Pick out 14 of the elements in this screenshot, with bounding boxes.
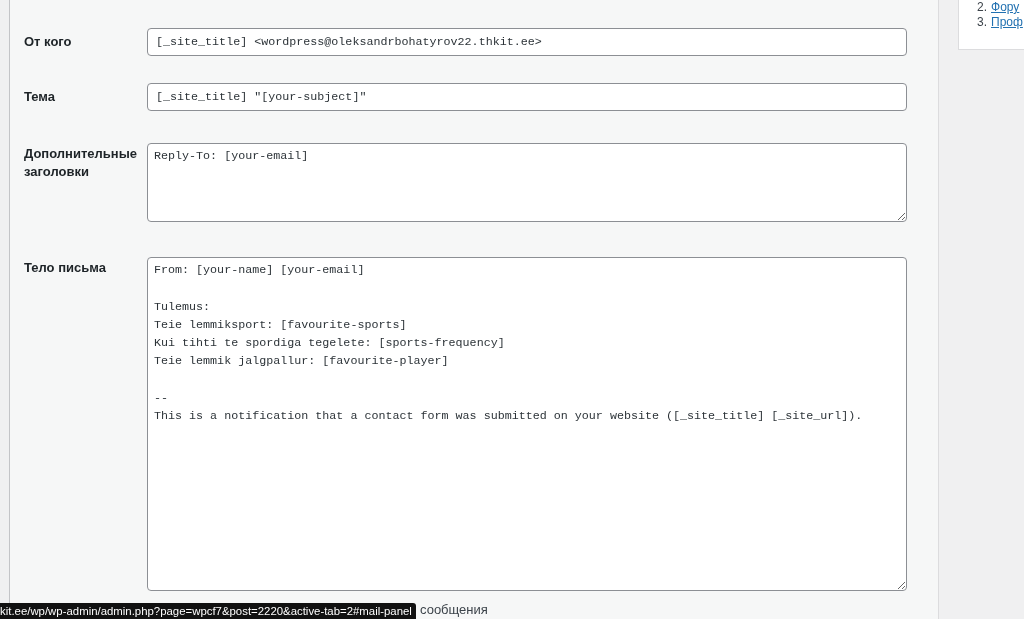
field-label: Тема (24, 88, 57, 106)
option-label-text: сообщения (420, 602, 488, 618)
list-number: 3. (977, 15, 987, 29)
text-area[interactable]: Reply-To: [your-email] (147, 143, 907, 222)
list-number: 2. (977, 0, 987, 14)
text-field[interactable]: [_site_title] <wordpress@oleksandrbohatyrov22.thkit.ee> (147, 28, 907, 56)
field-label: От кого (24, 33, 73, 51)
sidebar-link[interactable]: Фору (991, 0, 1020, 14)
message-body-area[interactable]: From: [your-name] [your-email] Tulemus: Teie lemmiksport: [favourite-sports] Kui tihti te spordiga tegelete: [sports-frequency] Teie lemmik jalgpallur: [favourite-player] -- This is a notification that a contact form was submitted on your website ([_site_title] [_site_url]). (147, 257, 907, 591)
text-field[interactable]: [_site_title] "[your-subject]" (147, 83, 907, 111)
field-label: Дополнительные заголовки (24, 145, 138, 181)
field-label: Тело письма (24, 259, 107, 277)
link-url-status: kit.ee/wp/wp-admin/admin.php?page=wpcf7&post=2220&active-tab=2#mail-panel (0, 603, 416, 619)
sidebar-link[interactable]: Проф (991, 15, 1023, 29)
